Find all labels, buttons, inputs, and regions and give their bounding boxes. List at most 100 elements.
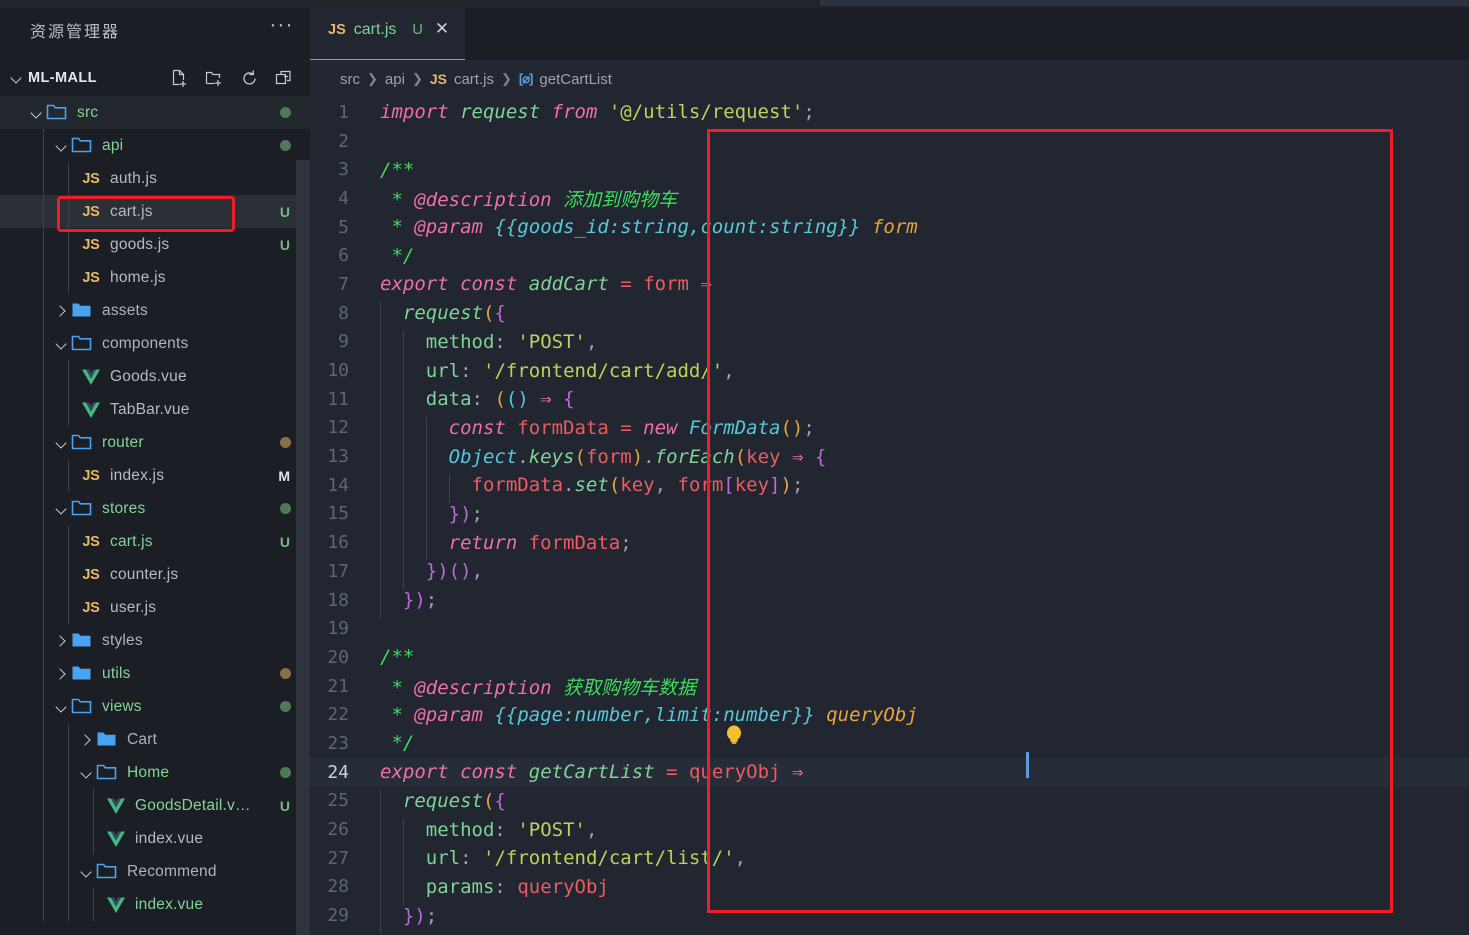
tree-item-goods-js[interactable]: JS goods.js U xyxy=(0,228,310,261)
code-line[interactable]: 1 import request from '@/utils/request'; xyxy=(310,98,1469,127)
code-line[interactable]: 29 }); xyxy=(310,901,1469,934)
code-line[interactable]: 4 * @description 添加到购物车 xyxy=(310,184,1469,213)
line-number: 25 xyxy=(327,790,349,812)
code-line[interactable]: 26 method: 'POST', xyxy=(310,815,1469,848)
tree-item-src[interactable]: src xyxy=(0,96,310,129)
tree-item-styles[interactable]: styles xyxy=(0,624,310,657)
tree-item-auth-js[interactable]: JS auth.js xyxy=(0,162,310,195)
code-line[interactable]: 12 const formData = new FormData(); xyxy=(310,414,1469,446)
code-line[interactable]: 13 Object.keys(form).forEach(key ⇒ { xyxy=(310,442,1469,475)
tree-item-index-vue[interactable]: index.vue xyxy=(0,822,310,855)
tree-item-components[interactable]: components xyxy=(0,327,310,360)
code-line[interactable]: 5 * @param {{goods_id:string,count:strin… xyxy=(310,213,1469,242)
tree-item-cart-js[interactable]: JS cart.js U xyxy=(0,525,310,558)
folder-closed-icon xyxy=(71,631,93,650)
vue-file-icon xyxy=(103,830,129,848)
tree-item-goods-vue[interactable]: Goods.vue xyxy=(0,360,310,393)
collapse-folders-icon[interactable] xyxy=(275,69,294,88)
code-line[interactable]: 15 }); xyxy=(310,500,1469,532)
code-line[interactable]: 27 url: '/frontend/cart/list/', xyxy=(310,844,1469,876)
new-folder-icon[interactable] xyxy=(205,69,224,88)
tree-item-cart-js[interactable]: JS cart.js U xyxy=(0,195,310,228)
code-text: data: (() ⇒ { xyxy=(366,388,575,417)
chevron-right-icon[interactable] xyxy=(78,731,96,749)
tree-indent-guide xyxy=(68,228,69,261)
tree-item-utils[interactable]: utils xyxy=(0,657,310,690)
folder-open-icon xyxy=(71,697,93,716)
code-line[interactable]: 24 export const getCartList = queryObj ⇒ xyxy=(310,757,1469,787)
tree-item-user-js[interactable]: JS user.js xyxy=(0,591,310,624)
tree-item-cart[interactable]: Cart xyxy=(0,723,310,756)
code-line[interactable]: 11 data: (() ⇒ { xyxy=(310,385,1469,417)
tree-item-stores[interactable]: stores xyxy=(0,492,310,525)
chevron-down-icon[interactable] xyxy=(53,137,71,155)
tab-status-badge: U xyxy=(412,21,423,38)
tree-indent-guide xyxy=(43,360,44,393)
chevron-right-icon[interactable] xyxy=(53,665,71,683)
tree-item-label: assets xyxy=(102,301,148,319)
code-line[interactable]: 30 xyxy=(310,930,1469,935)
chevron-down-icon[interactable] xyxy=(53,434,71,452)
breadcrumb-item-api[interactable]: api xyxy=(385,71,405,88)
quick-fix-lightbulb-icon[interactable] xyxy=(724,724,744,750)
tree-item-counter-js[interactable]: JS counter.js xyxy=(0,558,310,591)
code-line[interactable]: 22 * @param {{page:number,limit:number}}… xyxy=(310,700,1469,729)
tree-item-home[interactable]: Home xyxy=(0,756,310,789)
vscode-window: 资源管理器 ··· ML-MALL src api JS auth.js JS … xyxy=(0,0,1469,935)
chevron-down-icon[interactable] xyxy=(28,104,46,122)
folder-closed-icon xyxy=(96,730,118,749)
chevron-down-icon[interactable] xyxy=(78,764,96,782)
editor-tab-cart-js[interactable]: JS cart.js U ✕ xyxy=(310,0,466,60)
tree-item-router[interactable]: router xyxy=(0,426,310,459)
code-line[interactable]: 19 xyxy=(310,614,1469,643)
chevron-down-icon[interactable] xyxy=(53,698,71,716)
code-line[interactable]: 18 }); xyxy=(310,586,1469,618)
code-line[interactable]: 23 */ xyxy=(310,729,1469,758)
code-line[interactable]: 17 })(), xyxy=(310,557,1469,590)
new-file-icon[interactable] xyxy=(170,69,189,88)
tree-item-tabbar-vue[interactable]: TabBar.vue xyxy=(0,393,310,426)
vue-file-icon xyxy=(103,797,129,815)
tree-item-assets[interactable]: assets xyxy=(0,294,310,327)
code-editor-content[interactable]: 1 import request from '@/utils/request'; 2… xyxy=(310,98,1469,935)
chevron-right-icon[interactable] xyxy=(53,302,71,320)
tree-item-home-js[interactable]: JS home.js xyxy=(0,261,310,294)
tree-indent-guide xyxy=(43,393,44,426)
chevron-down-icon[interactable] xyxy=(78,863,96,881)
breadcrumb-item-src[interactable]: src xyxy=(340,71,360,88)
sidebar-scrollbar[interactable] xyxy=(296,160,310,935)
tree-item-recommend[interactable]: Recommend xyxy=(0,855,310,888)
tree-item-label: auth.js xyxy=(110,169,158,187)
code-line[interactable]: 3 /** xyxy=(310,155,1469,184)
code-line[interactable]: 9 method: 'POST', xyxy=(310,328,1469,360)
tree-item-index-vue[interactable]: index.vue xyxy=(0,888,310,921)
code-line[interactable]: 25 request({ xyxy=(310,787,1469,819)
breadcrumb[interactable]: src ❯ api ❯ JS cart.js ❯ [⌀] getCartList xyxy=(310,60,1469,98)
code-line[interactable]: 2 xyxy=(310,127,1469,156)
explorer-title: 资源管理器 xyxy=(30,22,121,41)
chevron-down-icon[interactable] xyxy=(53,500,71,518)
file-tree[interactable]: src api JS auth.js JS cart.js U JS goods.js U JS ho… xyxy=(0,96,310,935)
breadcrumb-item-cart-js[interactable]: cart.js xyxy=(454,71,494,88)
refresh-explorer-icon[interactable] xyxy=(240,69,259,88)
code-line[interactable]: 14 formData.set(key, form[key]); xyxy=(310,471,1469,503)
code-line[interactable]: 7 export const addCart = form ⇒ xyxy=(310,270,1469,299)
code-line[interactable]: 16 return formData; xyxy=(310,528,1469,561)
breadcrumb-item-getcartlist[interactable]: getCartList xyxy=(539,71,612,88)
code-line[interactable]: 21 * @description 获取购物车数据 xyxy=(310,672,1469,701)
chevron-down-icon[interactable] xyxy=(53,335,71,353)
code-line[interactable]: 6 */ xyxy=(310,241,1469,270)
close-icon[interactable]: ✕ xyxy=(435,21,449,38)
explorer-more-actions-button[interactable]: ··· xyxy=(270,17,294,38)
project-root-row[interactable]: ML-MALL xyxy=(0,60,310,96)
tree-item-label: cart.js xyxy=(110,202,153,220)
tree-item-index-js[interactable]: JS index.js M xyxy=(0,459,310,492)
chevron-right-icon[interactable] xyxy=(53,632,71,650)
code-line[interactable]: 28 params: queryObj xyxy=(310,873,1469,905)
tree-item-api[interactable]: api xyxy=(0,129,310,162)
tree-item-views[interactable]: views xyxy=(0,690,310,723)
code-line[interactable]: 20 /** xyxy=(310,643,1469,672)
code-line[interactable]: 8 request({ xyxy=(310,299,1469,331)
code-line[interactable]: 10 url: '/frontend/cart/add/', xyxy=(310,356,1469,389)
tree-item-goodsdetail-v-[interactable]: GoodsDetail.v… U xyxy=(0,789,310,822)
